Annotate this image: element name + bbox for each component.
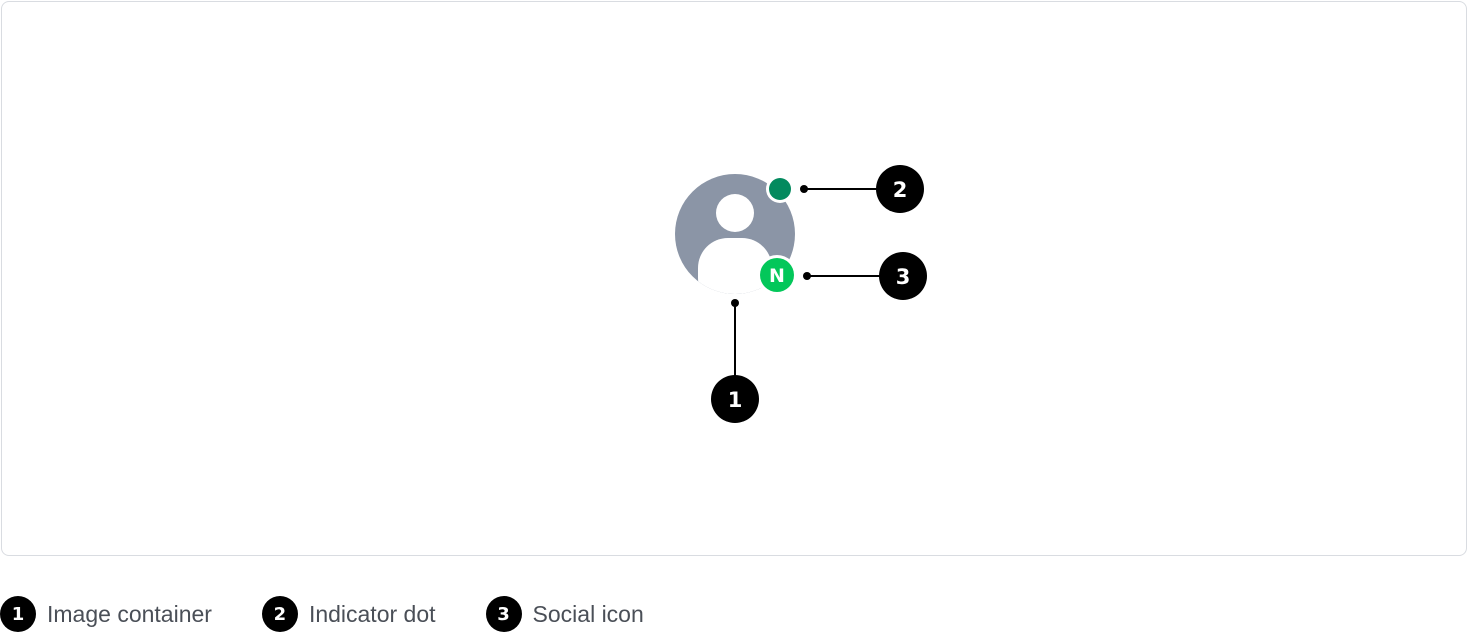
callout-3: 3 — [803, 252, 927, 300]
legend-badge: 2 — [261, 596, 298, 632]
indicator-dot — [766, 175, 794, 203]
legend: 1 Image container 2 Indicator dot 3 Soci… — [0, 596, 694, 632]
callout-1: 1 — [711, 299, 759, 423]
legend-item-social-icon: 3 Social icon — [485, 596, 644, 632]
callout-3-number: 3 — [896, 265, 911, 289]
social-icon: N — [757, 255, 797, 295]
legend-badge: 3 — [485, 596, 522, 632]
anatomy-diagram: N 1 2 3 — [675, 165, 927, 423]
legend-label: Indicator dot — [308, 600, 436, 627]
legend-badge: 1 — [0, 596, 36, 632]
callout-2: 2 — [800, 165, 924, 213]
legend-item-image-container: 1 Image container — [0, 596, 212, 632]
legend-label: Social icon — [532, 600, 644, 627]
callout-1-number: 1 — [728, 388, 743, 412]
social-icon-letter: N — [769, 265, 785, 287]
callout-2-number: 2 — [893, 178, 908, 202]
legend-label: Image container — [47, 600, 212, 627]
legend-item-indicator-dot: 2 Indicator dot — [261, 596, 436, 632]
